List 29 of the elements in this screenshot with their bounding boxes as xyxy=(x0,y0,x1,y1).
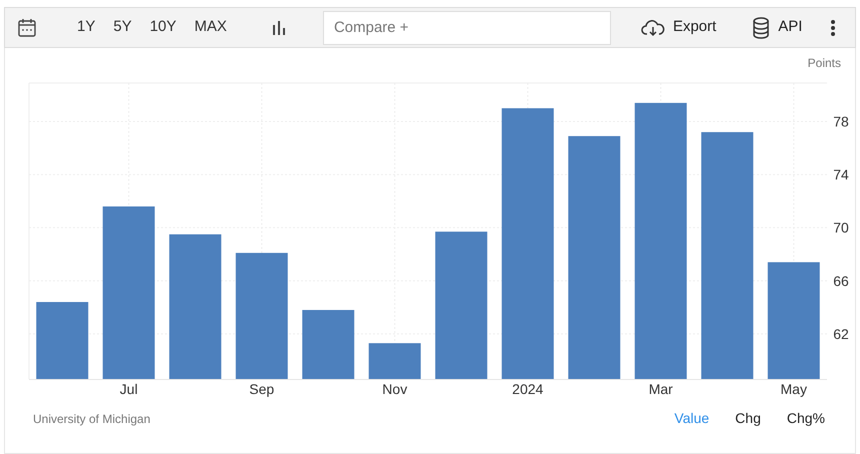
x-axis-label: Nov xyxy=(382,381,408,397)
range-button[interactable]: 10Y xyxy=(146,16,180,39)
calendar-icon[interactable] xyxy=(17,18,37,38)
y-axis-label: 78 xyxy=(833,114,849,130)
x-axis-label: Mar xyxy=(648,381,673,397)
cloud-download-icon xyxy=(640,18,665,36)
view-tab[interactable]: Chg xyxy=(735,408,761,429)
unit-label: Points xyxy=(808,56,841,70)
range-button[interactable]: 1Y xyxy=(73,16,100,39)
y-axis-label: 70 xyxy=(833,220,849,236)
view-tab[interactable]: Chg% xyxy=(786,408,825,429)
x-axis-label: Jul xyxy=(120,381,138,397)
x-axis-label: 2024 xyxy=(512,381,544,397)
x-axis-label: May xyxy=(780,381,807,397)
compare-field[interactable]: Compare + xyxy=(322,10,611,44)
x-axis-label: Sep xyxy=(249,381,274,397)
database-icon xyxy=(752,16,770,38)
export-button[interactable]: Export xyxy=(636,16,720,39)
bar xyxy=(302,310,354,379)
y-axis-label: 66 xyxy=(833,272,849,289)
more-icon[interactable] xyxy=(830,18,836,36)
range-button[interactable]: MAX xyxy=(190,16,231,39)
bar-chart-icon[interactable] xyxy=(270,20,287,36)
api-button[interactable]: API xyxy=(748,16,806,39)
source-text: University of Michigan xyxy=(33,410,150,428)
bar xyxy=(368,343,421,379)
y-axis-label: 62 xyxy=(833,326,849,342)
y-axis-label: 74 xyxy=(833,166,849,183)
range-button[interactable]: 5Y xyxy=(109,16,136,39)
